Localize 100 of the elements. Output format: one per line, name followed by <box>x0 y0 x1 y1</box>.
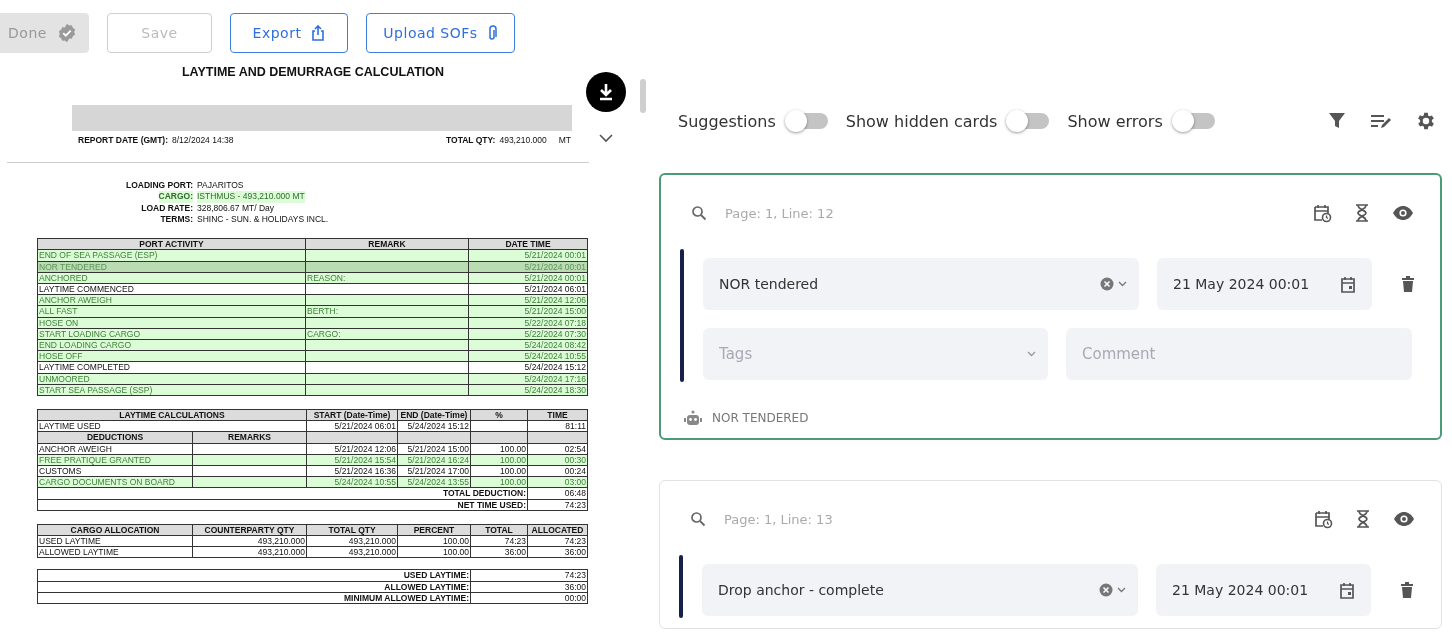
field-value: 328,806.67 MT/ Day <box>197 202 274 214</box>
source-label: NOR TENDERED <box>712 411 809 425</box>
column-header: PERCENT <box>397 524 471 536</box>
table-cell: 100.00 <box>397 535 471 547</box>
column-header: LAYTIME CALCULATIONS <box>37 409 307 421</box>
table-cell: ALLOWED LAYTIME <box>37 546 193 558</box>
search-icon[interactable] <box>691 205 707 221</box>
column-header: TOTAL <box>470 524 528 536</box>
field-value: 8/12/2024 14:38 <box>172 135 234 145</box>
calendar-clock-icon[interactable] <box>1313 509 1333 529</box>
page-reference: Page: 1, Line: 12 <box>725 205 834 221</box>
chevron-down-icon[interactable] <box>1118 281 1127 287</box>
clear-icon[interactable] <box>1100 277 1114 291</box>
table-cell: CUSTOMS <box>37 465 193 477</box>
column-header: ALLOCATED <box>527 524 588 536</box>
table-cell: 5/21/2024 00:01 <box>468 272 588 284</box>
table-cell: 5/21/2024 15:00 <box>397 443 471 455</box>
table-cell: ANCHOR AWEIGH <box>37 294 306 306</box>
event-select[interactable]: Drop anchor - complete <box>702 564 1138 616</box>
table-cell: CARGO: <box>307 329 341 339</box>
column-header: PORT ACTIVITY <box>37 238 306 250</box>
share-icon <box>311 25 326 41</box>
field-label: LOADING PORT: <box>125 180 193 192</box>
chevron-down-icon[interactable] <box>1117 587 1126 593</box>
toggle-label: Show errors <box>1067 111 1163 131</box>
table-cell: 5/21/2024 06:01 <box>468 283 588 295</box>
table-cell: 00:24 <box>527 465 588 477</box>
toggle-switch[interactable] <box>1007 113 1050 129</box>
comment-field[interactable]: Comment <box>1066 328 1412 380</box>
trash-icon[interactable] <box>1401 275 1415 293</box>
table-cell: 100.00 <box>470 465 528 477</box>
field-label: CARGO: <box>158 191 193 203</box>
hourglass-icon[interactable] <box>1355 509 1371 529</box>
column-header: END (Date-Time) <box>397 409 471 421</box>
toolbar-button[interactable]: Export <box>230 13 348 53</box>
eye-icon[interactable] <box>1392 205 1414 221</box>
table-cell: LAYTIME COMPLETED <box>37 361 306 374</box>
table-cell: END LOADING CARGO <box>37 339 306 351</box>
clear-icon[interactable] <box>1099 583 1113 597</box>
event-card[interactable]: Page: 1, Line: 12 NOR tendered 21 May 2024 00:01 Tags Comment NOR TENDERED <box>659 173 1442 440</box>
table-cell: 5/21/2024 12:06 <box>306 443 398 455</box>
column-header: CARGO ALLOCATION <box>37 524 193 536</box>
table-cell: 493,210.000 <box>192 535 307 547</box>
table-cell: 5/21/2024 17:00 <box>397 465 471 477</box>
calendar-icon[interactable] <box>1339 581 1355 599</box>
field-value: 493,210.000 <box>499 135 547 145</box>
toggle-switch[interactable] <box>785 113 828 129</box>
page-reference: Page: 1, Line: 13 <box>724 511 833 527</box>
hourglass-icon[interactable] <box>1354 203 1370 223</box>
search-icon[interactable] <box>690 511 706 527</box>
filter-icon[interactable] <box>1327 111 1347 131</box>
table-cell: 36:00 <box>470 546 528 558</box>
chevron-down-icon[interactable] <box>599 134 613 143</box>
scrollbar-thumb[interactable] <box>640 79 646 113</box>
table-cell: LAYTIME USED <box>37 420 307 432</box>
field-label: LOAD RATE: <box>141 202 193 214</box>
toggle-switch[interactable] <box>1172 113 1215 129</box>
column-header: DATE TIME <box>468 238 588 250</box>
table-cell: 5/21/2024 16:36 <box>306 465 398 477</box>
document-title: LAYTIME AND DEMURRAGE CALCULATION <box>181 65 445 81</box>
table-cell: MINIMUM ALLOWED LAYTIME: <box>37 592 471 604</box>
eye-icon[interactable] <box>1393 511 1415 527</box>
event-card[interactable]: Page: 1, Line: 13 Drop anchor - complete 21 May 2024 00:01 <box>659 480 1442 629</box>
table-cell: START SEA PASSAGE (SSP) <box>37 384 306 396</box>
column-header: REMARK <box>305 238 469 250</box>
datetime-field[interactable]: 21 May 2024 00:01 <box>1156 564 1371 616</box>
table-cell: 5/21/2024 15:54 <box>306 454 398 466</box>
calendar-clock-icon[interactable] <box>1312 203 1332 223</box>
toolbar-button[interactable]: Upload SOFs <box>366 13 515 53</box>
table-cell: 5/21/2024 12:06 <box>468 294 588 306</box>
check-badge-icon <box>56 23 77 43</box>
table-cell: 100.00 <box>397 546 471 558</box>
field-value: PAJARITOS <box>197 180 244 192</box>
table-cell: 74:23 <box>470 535 528 547</box>
download-button[interactable] <box>586 72 626 112</box>
table-cell: START LOADING CARGO <box>37 328 306 340</box>
table-cell: REASON: <box>307 273 346 283</box>
settings-icon[interactable] <box>1415 110 1437 132</box>
calendar-icon[interactable] <box>1340 275 1356 293</box>
datetime-field[interactable]: 21 May 2024 00:01 <box>1157 258 1372 310</box>
table-cell: 493,210.000 <box>306 535 398 547</box>
table-cell: 5/24/2024 10:55 <box>468 350 588 362</box>
table-cell: 5/24/2024 15:12 <box>468 361 588 374</box>
table-cell: 5/24/2024 10:55 <box>306 476 398 488</box>
table-cell: 5/22/2024 07:30 <box>468 328 588 340</box>
table-cell: 5/21/2024 16:24 <box>397 454 471 466</box>
trash-icon[interactable] <box>1400 581 1414 599</box>
table-cell: 36:00 <box>470 581 588 593</box>
toggle-label: Show hidden cards <box>845 111 998 131</box>
column-header: TIME <box>527 409 588 421</box>
table-cell: UNMOORED <box>37 373 306 385</box>
table-cell: ANCHOR AWEIGH <box>37 443 193 455</box>
table-cell: 81:11 <box>527 420 588 432</box>
event-select[interactable]: NOR tendered <box>703 258 1139 310</box>
table-cell: USED LAYTIME <box>37 535 193 547</box>
table-cell: TOTAL DEDUCTION: <box>37 487 528 500</box>
card-accent-bar <box>679 555 683 618</box>
field-label: REPORT DATE (GMT): <box>78 135 169 145</box>
table-cell: 74:23 <box>470 569 588 582</box>
column-header: TOTAL QTY <box>306 524 398 536</box>
